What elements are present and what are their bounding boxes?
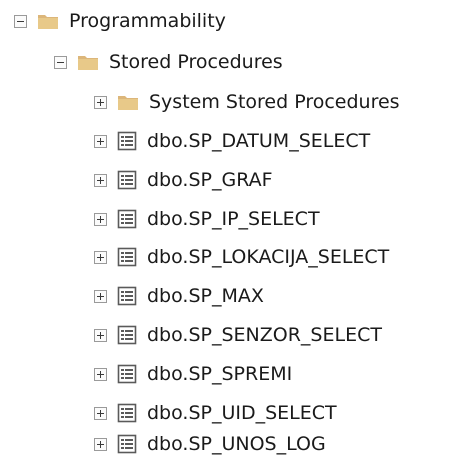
expand-toggle-icon[interactable] (94, 406, 107, 420)
tree-node-stored-procedures[interactable]: Stored Procedures (54, 45, 283, 79)
stored-procedure-icon (117, 209, 137, 229)
stored-procedure-icon (117, 403, 137, 423)
expand-toggle-icon[interactable] (94, 289, 107, 303)
tree-node-label: System Stored Procedures (149, 91, 400, 113)
tree-node-label: dbo.SP_IP_SELECT (147, 208, 320, 230)
tree-node-label: dbo.SP_MAX (147, 285, 264, 307)
stored-procedure-icon (117, 325, 137, 345)
expand-toggle-icon[interactable] (94, 367, 107, 381)
folder-icon (118, 96, 138, 110)
expand-toggle-icon[interactable] (94, 328, 107, 342)
expand-toggle-icon[interactable] (94, 250, 107, 264)
tree-node-procedure[interactable]: dbo.SP_DATUM_SELECT (94, 124, 370, 158)
tree-node-label: dbo.SP_GRAF (147, 169, 273, 191)
folder-icon (78, 56, 98, 70)
tree-node-procedure[interactable]: dbo.SP_UNOS_LOG (94, 427, 326, 461)
tree-node-procedure[interactable]: dbo.SP_GRAF (94, 163, 273, 197)
tree-node-label: dbo.SP_SENZOR_SELECT (147, 324, 382, 346)
tree-node-label: dbo.SP_UNOS_LOG (147, 433, 326, 455)
tree-node-label: dbo.SP_SPREMI (147, 363, 293, 385)
tree-node-system-stored-procedures[interactable]: System Stored Procedures (94, 85, 400, 119)
tree-node-label: Programmability (69, 10, 226, 32)
stored-procedure-icon (117, 131, 137, 151)
tree-node-procedure[interactable]: dbo.SP_IP_SELECT (94, 202, 320, 236)
expand-toggle-icon[interactable] (94, 437, 107, 451)
stored-procedure-icon (117, 434, 137, 454)
tree-node-procedure[interactable]: dbo.SP_MAX (94, 279, 264, 313)
tree-node-label: Stored Procedures (109, 51, 283, 73)
tree-node-label: dbo.SP_DATUM_SELECT (147, 130, 371, 152)
stored-procedure-icon (117, 286, 137, 306)
tree-node-procedure[interactable]: dbo.SP_SPREMI (94, 357, 292, 391)
stored-procedure-icon (117, 170, 137, 190)
folder-icon (38, 15, 58, 29)
tree-node-label: dbo.SP_LOKACIJA_SELECT (147, 246, 390, 268)
tree-node-label: dbo.SP_UID_SELECT (147, 402, 337, 424)
stored-procedure-icon (117, 364, 137, 384)
collapse-toggle-icon[interactable] (54, 55, 67, 69)
stored-procedure-icon (117, 247, 137, 267)
object-explorer-tree: Programmability Stored Procedures System… (0, 0, 461, 455)
collapse-toggle-icon[interactable] (14, 14, 27, 28)
tree-node-procedure[interactable]: dbo.SP_UID_SELECT (94, 396, 337, 430)
expand-toggle-icon[interactable] (94, 212, 107, 226)
expand-toggle-icon[interactable] (94, 134, 107, 148)
tree-node-procedure[interactable]: dbo.SP_LOKACIJA_SELECT (94, 240, 389, 274)
expand-toggle-icon[interactable] (94, 95, 107, 109)
tree-node-programmability[interactable]: Programmability (14, 4, 226, 38)
expand-toggle-icon[interactable] (94, 173, 107, 187)
tree-node-procedure[interactable]: dbo.SP_SENZOR_SELECT (94, 318, 382, 352)
